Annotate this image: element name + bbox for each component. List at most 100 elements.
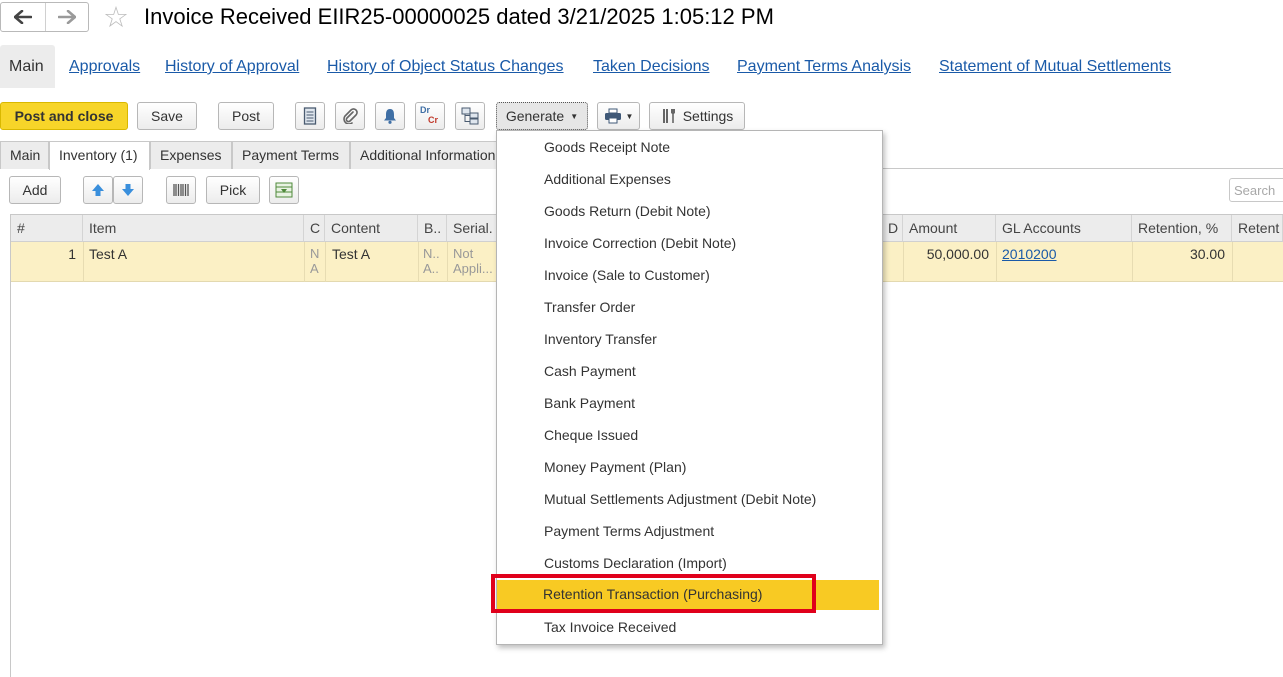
hierarchy-icon (461, 107, 479, 125)
row-divider (304, 242, 305, 282)
favorite-star-icon[interactable]: ☆ (103, 2, 133, 32)
tab-additional-information[interactable]: Additional Information (350, 141, 498, 169)
menu-item-additional-expenses[interactable]: Additional Expenses (544, 163, 879, 195)
cell-characteristic-line1: N (310, 246, 320, 261)
print-dropdown-button[interactable]: ▼ (597, 102, 640, 130)
move-up-button[interactable] (83, 176, 113, 204)
column-header-number[interactable]: # (11, 215, 83, 242)
row-divider (1232, 242, 1233, 282)
menu-item-bank-payment[interactable]: Bank Payment (544, 387, 879, 419)
cell-content: Test A (332, 246, 371, 262)
menu-item-inventory-transfer[interactable]: Inventory Transfer (544, 323, 879, 355)
tab-payment-terms[interactable]: Payment Terms (232, 141, 350, 169)
menu-item-cheque-issued[interactable]: Cheque Issued (544, 419, 879, 451)
settings-button[interactable]: Settings (649, 102, 745, 130)
tab-main[interactable]: Main (0, 141, 49, 169)
menu-item-payment-terms-adjustment[interactable]: Payment Terms Adjustment (544, 515, 879, 547)
tab-expenses[interactable]: Expenses (150, 141, 232, 169)
add-row-button[interactable]: Add (9, 176, 61, 204)
save-button[interactable]: Save (137, 102, 197, 130)
menu-item-tax-invoice-received[interactable]: Tax Invoice Received (544, 611, 879, 643)
accounting-entries-button[interactable]: Dr Cr (415, 102, 445, 130)
row-divider (83, 242, 84, 282)
row-divider (996, 242, 997, 282)
column-header-content[interactable]: Content (325, 215, 418, 242)
credit-label: Cr (428, 115, 439, 125)
caret-down-icon: ▼ (570, 111, 579, 121)
menu-item-invoice-sale[interactable]: Invoice (Sale to Customer) (544, 259, 879, 291)
column-header-characteristic[interactable]: C (304, 215, 325, 242)
menu-item-transfer-order[interactable]: Transfer Order (544, 291, 879, 323)
bell-icon (384, 109, 396, 124)
cell-b-line1: N.. (423, 246, 440, 261)
tools-icon (662, 109, 675, 123)
generate-menu: Goods Receipt Note Additional Expenses G… (496, 130, 883, 645)
back-button[interactable] (1, 3, 45, 31)
cell-characteristic: N A (310, 246, 319, 276)
menu-item-goods-receipt-note[interactable]: Goods Receipt Note (544, 131, 879, 163)
menu-item-cash-payment[interactable]: Cash Payment (544, 355, 879, 387)
menu-item-mutual-settlements-adjustment[interactable]: Mutual Settlements Adjustment (Debit Not… (544, 483, 879, 515)
arrow-left-icon (13, 10, 32, 24)
page-title: Invoice Received EIIR25-00000025 dated 3… (144, 4, 774, 29)
document-list-button[interactable] (295, 102, 325, 130)
fill-button[interactable] (269, 176, 299, 204)
cell-item: Test A (89, 246, 128, 262)
post-and-close-button[interactable]: Post and close (0, 102, 128, 130)
cell-characteristic-line2: A (310, 261, 319, 276)
section-link-taken-decisions[interactable]: Taken Decisions (593, 58, 710, 76)
barcode-icon (173, 184, 189, 196)
column-header-retention-percent[interactable]: Retention, % (1132, 215, 1232, 242)
paperclip-icon (343, 108, 358, 124)
barcode-button[interactable] (166, 176, 196, 204)
menu-item-retention-transaction[interactable]: Retention Transaction (Purchasing) (543, 578, 878, 610)
pick-button[interactable]: Pick (206, 176, 260, 204)
arrow-up-icon (92, 184, 104, 196)
reminder-button[interactable] (375, 102, 405, 130)
column-header-serial[interactable]: Serial. (447, 215, 497, 242)
column-header-retention-amount[interactable]: Retent (1232, 215, 1283, 242)
cell-retention-percent: 30.00 (1189, 246, 1225, 262)
section-link-mutual-settlements[interactable]: Statement of Mutual Settlements (939, 58, 1171, 76)
section-link-payment-terms-analysis[interactable]: Payment Terms Analysis (737, 58, 911, 76)
cell-amount: 50,000.00 (926, 246, 989, 262)
forward-button[interactable] (44, 3, 89, 31)
history-nav (0, 2, 89, 32)
attachments-button[interactable] (335, 102, 365, 130)
column-header-amount[interactable]: Amount (903, 215, 996, 242)
column-header-item[interactable]: Item (83, 215, 304, 242)
table-fill-icon (275, 182, 293, 198)
printer-icon (604, 108, 621, 124)
arrow-right-icon (57, 10, 76, 24)
cell-serial-line1: Not (453, 246, 474, 261)
structure-button[interactable] (455, 102, 485, 130)
cell-serial-line2: Appli... (453, 261, 493, 276)
section-link-status-changes[interactable]: History of Object Status Changes (327, 58, 564, 76)
generate-dropdown-button[interactable]: Generate ▼ (496, 102, 588, 130)
settings-label: Settings (682, 108, 734, 124)
cell-number: 1 (68, 246, 76, 262)
move-down-button[interactable] (113, 176, 143, 204)
row-divider (418, 242, 419, 282)
column-header-d[interactable]: D (882, 215, 903, 242)
post-button[interactable]: Post (218, 102, 274, 130)
menu-item-goods-return[interactable]: Goods Return (Debit Note) (544, 195, 879, 227)
section-main[interactable]: Main (0, 45, 55, 88)
section-link-history-of-approval[interactable]: History of Approval (165, 58, 299, 76)
menu-item-invoice-correction[interactable]: Invoice Correction (Debit Note) (544, 227, 879, 259)
row-divider (447, 242, 448, 282)
debit-credit-icon: Dr Cr (419, 105, 441, 127)
cell-serial: Not Appli... (453, 246, 493, 276)
column-header-gl-accounts[interactable]: GL Accounts (996, 215, 1132, 242)
arrow-down-icon (122, 184, 134, 196)
section-link-approvals[interactable]: Approvals (69, 58, 140, 76)
debit-label: Dr (420, 105, 431, 115)
generate-label: Generate (505, 108, 565, 124)
search-input[interactable]: Search (1229, 178, 1283, 202)
menu-item-money-payment-plan[interactable]: Money Payment (Plan) (544, 451, 879, 483)
row-divider (325, 242, 326, 282)
cell-gl-account-link[interactable]: 2010200 (1002, 246, 1057, 262)
column-header-b[interactable]: B.. (418, 215, 447, 242)
tab-inventory[interactable]: Inventory (1) (49, 141, 150, 170)
cell-b-line2: A.. (423, 261, 439, 276)
